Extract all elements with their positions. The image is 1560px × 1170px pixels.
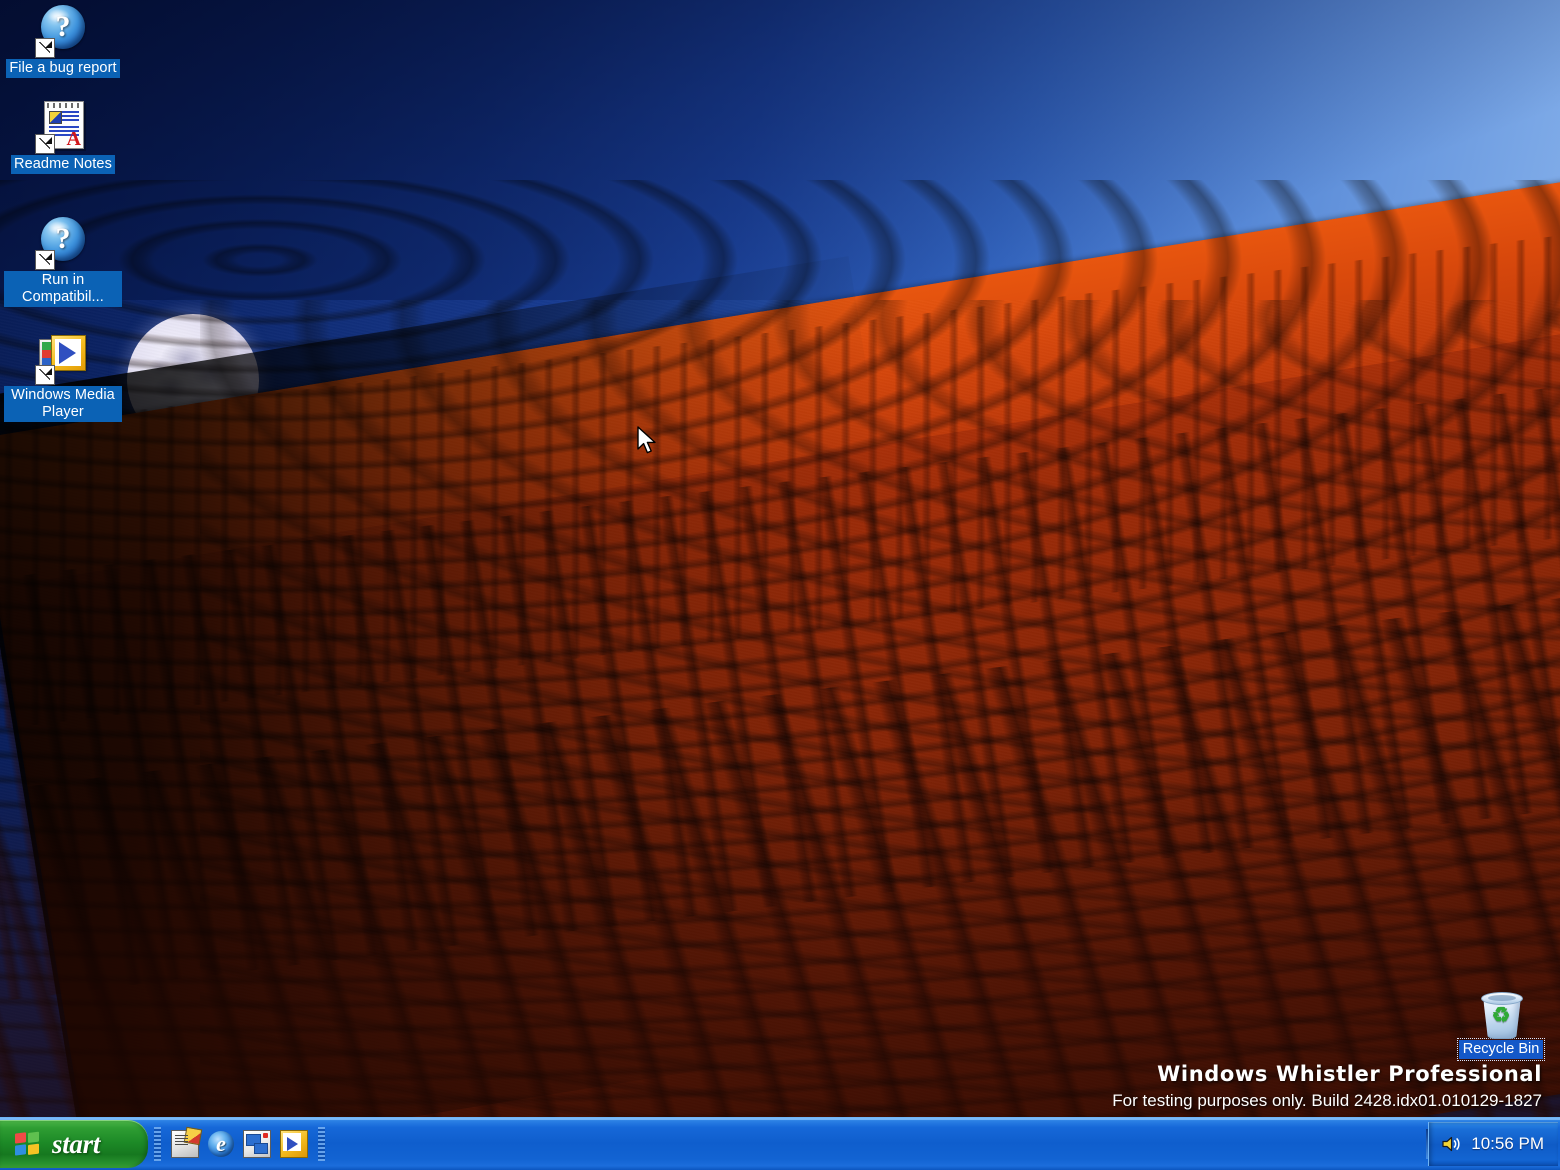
shortcut-arrow-icon [35, 38, 55, 58]
help-globe-icon [35, 216, 89, 270]
desktop-icon-recycle-bin[interactable]: ♻ Recycle Bin [1446, 988, 1556, 1061]
help-globe-icon [35, 4, 89, 58]
media-player-icon[interactable] [280, 1130, 308, 1158]
desktop-icon-label: Readme Notes [11, 155, 115, 174]
quick-launch-bar [167, 1126, 312, 1158]
recycle-arrows-icon: ♻ [1491, 1004, 1511, 1027]
system-tray[interactable]: 10:56 PM [1428, 1122, 1558, 1166]
desktop-icon-readme-notes[interactable]: A Readme Notes [4, 100, 122, 174]
start-button[interactable]: start [0, 1120, 148, 1168]
desktop-icon-label: Windows Media Player [4, 386, 122, 422]
notepad-edit-icon[interactable] [171, 1126, 203, 1158]
desktop-wallpaper [0, 0, 1560, 1170]
shortcut-arrow-icon [35, 365, 55, 385]
internet-explorer-icon[interactable] [208, 1131, 234, 1157]
desktop-icon-label: File a bug report [6, 59, 120, 78]
start-button-label: start [52, 1128, 101, 1159]
speaker-volume-icon[interactable] [1441, 1135, 1461, 1153]
notepad-document-icon: A [35, 100, 89, 154]
taskbar[interactable]: start 10:56 PM [0, 1117, 1560, 1170]
media-player-icon [35, 331, 89, 385]
desktop-icon-run-in-compatibility[interactable]: Run in Compatibil... [4, 216, 122, 307]
recycle-bin-label: Recycle Bin [1456, 1038, 1546, 1061]
windows-flag-icon [15, 1130, 41, 1157]
desktop-icon-column: File a bug report A Readme Notes Run in [4, 0, 122, 432]
desktop[interactable]: File a bug report A Readme Notes Run in [0, 0, 1560, 1170]
wallpaper-dune-vignette [0, 750, 1560, 1170]
desktop-icon-file-a-bug-report[interactable]: File a bug report [4, 4, 122, 78]
shortcut-arrow-icon [35, 250, 55, 270]
quick-launch-grip[interactable] [154, 1127, 161, 1161]
taskbar-grip[interactable] [318, 1127, 325, 1161]
recycle-bin-icon: ♻ [1478, 988, 1524, 1039]
taskbar-clock[interactable]: 10:56 PM [1471, 1134, 1544, 1154]
network-desktop-icon[interactable] [243, 1130, 271, 1158]
desktop-icon-windows-media-player[interactable]: Windows Media Player [4, 331, 122, 422]
shortcut-arrow-icon [35, 134, 55, 154]
desktop-icon-label: Run in Compatibil... [4, 271, 122, 307]
